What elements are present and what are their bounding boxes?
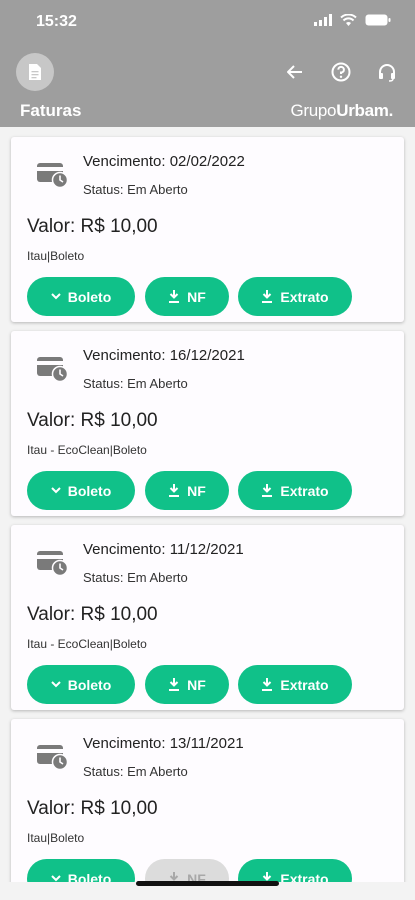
invoice-list[interactable]: Vencimento: 02/02/2022 Status: Em Aberto…: [0, 127, 415, 882]
bank-info: Itau|Boleto: [27, 249, 85, 263]
arrow-left-icon: [287, 65, 302, 79]
due-date: Vencimento: 11/12/2021: [83, 541, 244, 558]
invoice-actions: Boleto NF Extrato: [27, 277, 352, 316]
boleto-button[interactable]: Boleto: [27, 665, 135, 704]
invoice-card: Vencimento: 16/12/2021 Status: Em Aberto…: [11, 331, 404, 516]
bank-info: Itau|Boleto: [27, 831, 85, 845]
card-clock-icon: [37, 551, 68, 577]
signal-icon: [314, 14, 332, 26]
extrato-button[interactable]: Extrato: [238, 859, 352, 882]
nf-button[interactable]: NF: [145, 277, 229, 316]
invoice-actions: Boleto NF Extrato: [27, 859, 352, 882]
extrato-button[interactable]: Extrato: [238, 277, 352, 316]
nf-button[interactable]: NF: [145, 665, 229, 704]
boleto-label: Boleto: [67, 288, 112, 305]
extrato-button[interactable]: Extrato: [238, 471, 352, 510]
boleto-label: Boleto: [67, 482, 112, 499]
invoice-card: Vencimento: 13/11/2021 Status: Em Aberto…: [11, 719, 404, 882]
invoice-amount: Valor: R$ 10,00: [27, 216, 158, 237]
support-button[interactable]: [375, 60, 399, 84]
extrato-label: Extrato: [280, 482, 329, 499]
app-header: 15:32 Faturas GrupoUrbam.: [0, 0, 415, 127]
due-date: Vencimento: 02/02/2022: [83, 153, 245, 170]
download-icon: [262, 678, 273, 691]
invoice-status: Status: Em Aberto: [83, 764, 188, 779]
due-date: Vencimento: 16/12/2021: [83, 347, 245, 364]
help-button[interactable]: [329, 60, 353, 84]
invoice-amount: Valor: R$ 10,00: [27, 604, 158, 625]
invoice-amount: Valor: R$ 10,00: [27, 798, 158, 819]
card-clock-icon: [37, 745, 68, 771]
home-indicator[interactable]: [136, 881, 279, 886]
download-icon: [169, 678, 180, 691]
chevron-down-icon: [51, 681, 61, 688]
extrato-label: Extrato: [280, 288, 329, 305]
bank-info: Itau - EcoClean|Boleto: [27, 443, 147, 457]
boleto-button[interactable]: Boleto: [27, 859, 135, 882]
help-icon: [331, 62, 351, 82]
extrato-label: Extrato: [280, 870, 329, 883]
document-icon: [29, 64, 41, 80]
invoice-status: Status: Em Aberto: [83, 570, 188, 585]
nf-button-disabled[interactable]: NF: [145, 859, 229, 882]
headset-icon: [379, 64, 395, 82]
card-clock-icon: [37, 163, 68, 189]
invoice-actions: Boleto NF Extrato: [27, 471, 352, 510]
due-date: Vencimento: 13/11/2021: [83, 735, 244, 752]
invoice-status: Status: Em Aberto: [83, 376, 188, 391]
bank-info: Itau - EcoClean|Boleto: [27, 637, 147, 651]
page-title: Faturas: [20, 101, 82, 120]
document-avatar-button[interactable]: [16, 53, 54, 91]
invoice-actions: Boleto NF Extrato: [27, 665, 352, 704]
nf-label: NF: [187, 676, 206, 693]
invoice-status: Status: Em Aberto: [83, 182, 188, 197]
nf-label: NF: [187, 482, 206, 499]
card-clock-icon: [37, 357, 68, 383]
download-icon: [262, 484, 273, 497]
back-button[interactable]: [283, 60, 307, 84]
boleto-label: Boleto: [67, 870, 112, 883]
status-time: 15:32: [36, 13, 77, 30]
invoice-card: Vencimento: 11/12/2021 Status: Em Aberto…: [11, 525, 404, 710]
battery-icon: [365, 14, 391, 26]
nf-button[interactable]: NF: [145, 471, 229, 510]
boleto-button[interactable]: Boleto: [27, 277, 135, 316]
download-icon: [262, 290, 273, 303]
chevron-down-icon: [51, 875, 61, 882]
download-icon: [169, 290, 180, 303]
boleto-label: Boleto: [67, 676, 112, 693]
download-icon: [169, 484, 180, 497]
status-icons: [314, 14, 391, 26]
invoice-card: Vencimento: 02/02/2022 Status: Em Aberto…: [11, 137, 404, 322]
extrato-button[interactable]: Extrato: [238, 665, 352, 704]
brand-logo: GrupoUrbam.: [290, 101, 393, 120]
status-bar: 15:32: [0, 0, 415, 44]
wifi-icon: [340, 14, 357, 26]
nf-label: NF: [187, 288, 206, 305]
chevron-down-icon: [51, 487, 61, 494]
invoice-amount: Valor: R$ 10,00: [27, 410, 158, 431]
boleto-button[interactable]: Boleto: [27, 471, 135, 510]
chevron-down-icon: [51, 293, 61, 300]
extrato-label: Extrato: [280, 676, 329, 693]
header-actions: [283, 60, 399, 84]
